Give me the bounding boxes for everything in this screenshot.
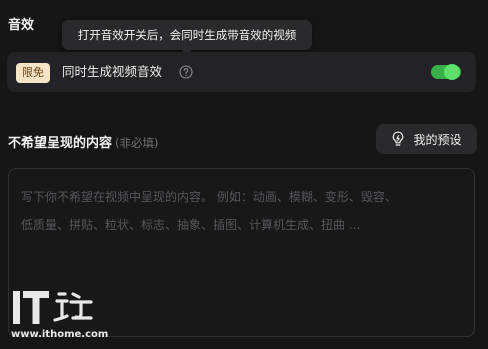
sound-effects-section-title: 音效	[8, 18, 35, 33]
sound-effects-tooltip: 打开音效开关后，会同时生成带音效的视频	[62, 20, 312, 55]
watermark-url: www.ithome.com	[11, 329, 109, 340]
negative-prompt-placeholder: 写下你不希望在视频中呈现的内容。 例如：动画、模糊、变形、毁容、 低质量、拼贴、…	[21, 190, 397, 232]
sound-effects-row: 限免 同时生成视频音效	[7, 52, 476, 92]
toggle-knob	[444, 64, 460, 80]
optional-hint: (非必填)	[115, 136, 159, 150]
my-presets-label: 我的预设	[413, 132, 462, 147]
lightbulb-icon	[393, 131, 404, 146]
free-badge: 限免	[16, 63, 50, 83]
negative-prompt-title-text: 不希望呈现的内容	[8, 136, 113, 151]
my-presets-button[interactable]: 我的预设	[376, 124, 477, 154]
negative-prompt-title: 不希望呈现的内容 (非必填)	[8, 132, 159, 151]
ithome-watermark: www.ithome.com	[11, 288, 108, 344]
question-circle-icon[interactable]	[179, 64, 193, 79]
sound-effects-label: 同时生成视频音效	[62, 64, 163, 79]
ithome-logo	[13, 291, 93, 324]
sound-effects-toggle[interactable]	[431, 64, 461, 80]
